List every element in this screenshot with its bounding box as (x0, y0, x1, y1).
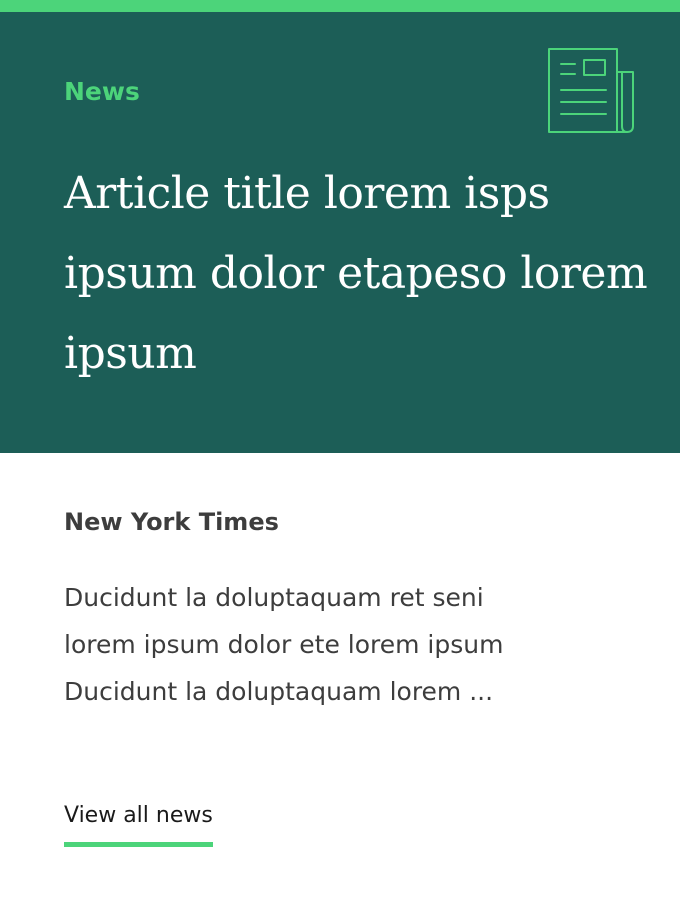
view-all-news-link[interactable]: View all news (64, 800, 213, 847)
article-title[interactable]: Article title lorem isps ipsum dolor eta… (64, 154, 654, 394)
newspaper-icon (548, 48, 634, 133)
hero-panel: News Article title lorem isps ipsum dolo… (0, 12, 680, 453)
article-excerpt: Ducidunt la doluptaquam ret seni lorem i… (64, 583, 504, 706)
category-label: News (64, 77, 140, 106)
source-name: New York Times (64, 508, 279, 536)
accent-top-bar (0, 0, 680, 12)
news-card: News Article title lorem isps ipsum dolo… (0, 0, 680, 920)
